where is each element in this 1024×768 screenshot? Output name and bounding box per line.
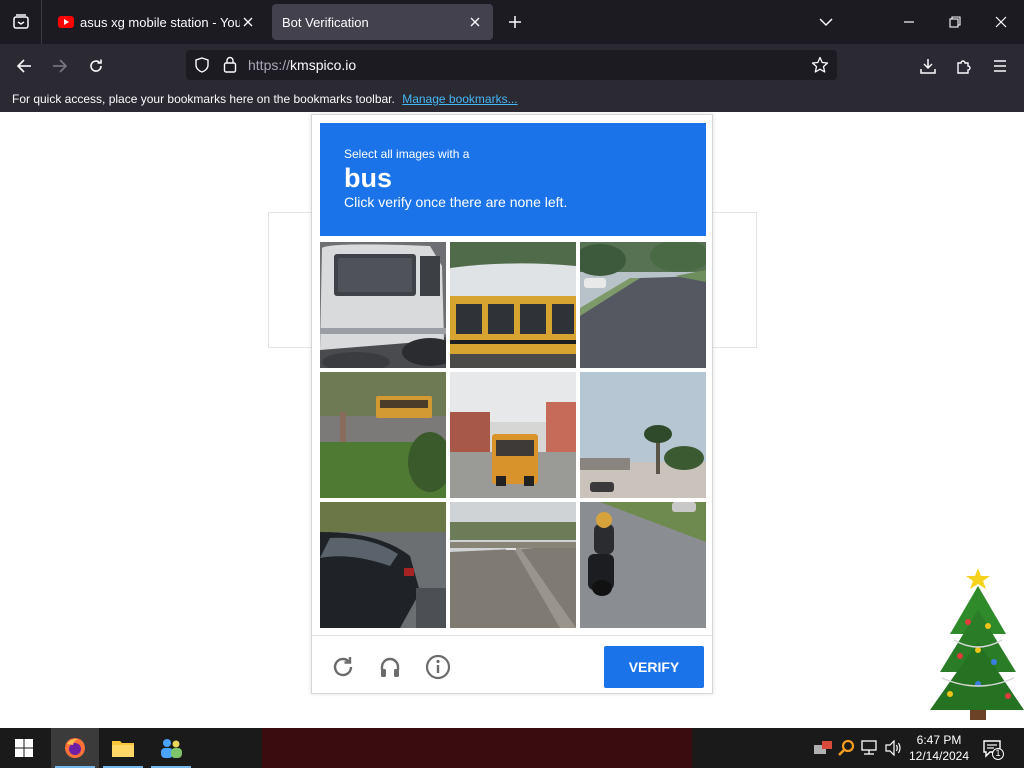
captcha-tile-bus-street[interactable] xyxy=(450,372,576,498)
manage-bookmarks-link[interactable]: Manage bookmarks... xyxy=(402,92,517,106)
bookmarks-toolbar: For quick access, place your bookmarks h… xyxy=(0,86,1024,112)
close-icon[interactable] xyxy=(240,14,256,30)
extensions-icon[interactable] xyxy=(950,52,978,80)
captcha-tile-black-car[interactable] xyxy=(320,502,446,628)
star-icon[interactable] xyxy=(811,56,829,79)
url-bar[interactable]: https://kmspico.io xyxy=(186,50,837,80)
captcha-tile-school-bus[interactable] xyxy=(450,242,576,368)
new-tab-icon[interactable] xyxy=(503,10,527,34)
chevron-down-icon[interactable] xyxy=(814,10,838,34)
url-text[interactable]: https://kmspico.io xyxy=(248,57,356,73)
page-content: Select all images with a bus Click verif… xyxy=(0,112,1024,728)
search-icon[interactable] xyxy=(836,738,856,758)
back-icon[interactable] xyxy=(10,52,38,80)
firefox-icon[interactable] xyxy=(51,728,99,768)
network-app-icon[interactable] xyxy=(813,738,833,758)
network-icon[interactable] xyxy=(860,738,880,758)
captcha-footer: VERIFY xyxy=(312,635,712,694)
navigation-toolbar: https://kmspico.io xyxy=(0,44,1024,86)
headphones-icon[interactable] xyxy=(377,654,403,680)
start-button[interactable] xyxy=(0,728,48,768)
tab-bar: asus xg mobile station - YouTube Bot Ver… xyxy=(0,0,1024,44)
taskbar: 6:47 PM 12/14/2024 1 xyxy=(0,728,1024,768)
captcha-tile-bus-distance[interactable] xyxy=(320,372,446,498)
minimize-icon[interactable] xyxy=(897,10,921,34)
menu-icon[interactable] xyxy=(986,52,1014,80)
volume-icon[interactable] xyxy=(884,738,904,758)
notification-center-icon[interactable]: 1 xyxy=(982,738,1004,760)
people-app-icon[interactable] xyxy=(147,728,195,768)
restore-icon[interactable] xyxy=(943,10,967,34)
wallpaper-strip xyxy=(262,728,692,768)
close-window-icon[interactable] xyxy=(989,10,1013,34)
captcha-tile-white-van[interactable] xyxy=(320,242,446,368)
verify-button[interactable]: VERIFY xyxy=(604,646,704,688)
captcha-tile-palm-street[interactable] xyxy=(580,372,706,498)
captcha-instruction: Click verify once there are none left. xyxy=(344,194,568,210)
tab-title: Bot Verification xyxy=(282,14,369,30)
url-protocol: https:// xyxy=(248,57,291,73)
captcha-header: Select all images with a bus Click verif… xyxy=(320,123,706,236)
notification-count: 1 xyxy=(995,748,1001,758)
captcha-challenge: Select all images with a bus Click verif… xyxy=(311,114,713,694)
captcha-target-word: bus xyxy=(344,163,393,193)
download-icon[interactable] xyxy=(914,52,942,80)
captcha-tile-motorcycle[interactable] xyxy=(580,502,706,628)
clock-date: 12/14/2024 xyxy=(908,749,970,763)
bookmarks-message: For quick access, place your bookmarks h… xyxy=(12,92,395,106)
tab-bot-verification[interactable]: Bot Verification xyxy=(272,4,493,40)
reload-icon[interactable] xyxy=(82,52,110,80)
youtube-icon xyxy=(58,14,74,30)
christmas-tree-decoration xyxy=(920,564,1024,726)
forward-icon[interactable] xyxy=(46,52,74,80)
url-host: kmspico.io xyxy=(290,57,357,73)
reload-icon[interactable] xyxy=(330,654,356,680)
file-explorer-icon[interactable] xyxy=(99,728,147,768)
system-clock[interactable]: 6:47 PM 12/14/2024 xyxy=(906,732,972,764)
captcha-tile-road[interactable] xyxy=(450,502,576,628)
close-icon[interactable] xyxy=(467,14,483,30)
lock-icon[interactable] xyxy=(222,56,238,78)
clock-time: 6:47 PM xyxy=(916,733,962,747)
captcha-tile-street[interactable] xyxy=(580,242,706,368)
captcha-image-grid xyxy=(320,242,706,628)
tab-list-icon[interactable] xyxy=(0,0,42,44)
info-icon[interactable] xyxy=(425,654,451,680)
tab-title: asus xg mobile station - YouTube xyxy=(80,14,240,30)
captcha-prompt: Select all images with a xyxy=(344,147,470,161)
shield-icon[interactable] xyxy=(194,57,210,78)
tab-youtube[interactable]: asus xg mobile station - YouTube xyxy=(48,4,266,40)
